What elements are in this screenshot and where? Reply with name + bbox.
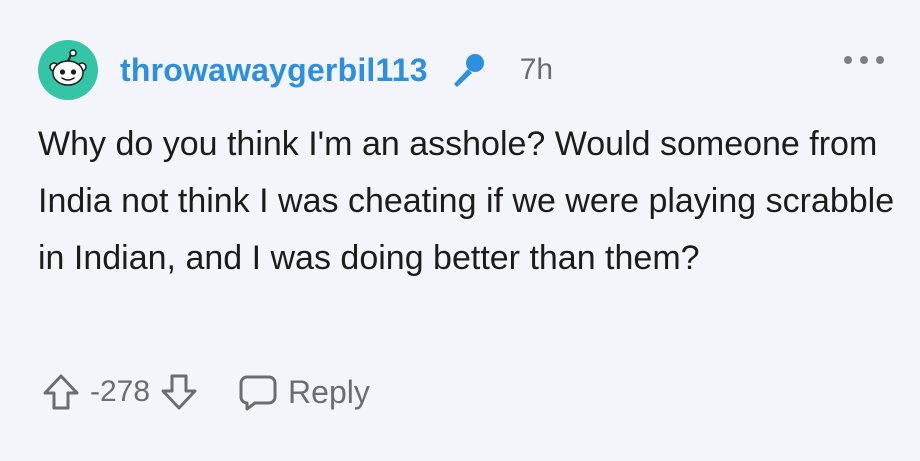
more-options-button[interactable] [844, 50, 884, 70]
more-options-icon [844, 56, 852, 64]
upvote-button[interactable] [38, 369, 84, 415]
snoo-avatar-icon[interactable] [38, 40, 98, 100]
reply-button[interactable]: Reply [238, 372, 370, 412]
upvote-arrow-icon [43, 374, 79, 410]
comment: throwawaygerbil113 7h Why do you think I… [0, 0, 920, 461]
downvote-arrow-icon [161, 374, 197, 410]
vote-score: -278 [90, 375, 151, 408]
downvote-button[interactable] [156, 369, 202, 415]
reply-label: Reply [288, 373, 370, 410]
speech-bubble-icon [239, 375, 277, 411]
more-options-icon [860, 56, 868, 64]
comment-header: throwawaygerbil113 7h [38, 40, 553, 100]
more-options-icon [876, 56, 884, 64]
comment-actions: -278 Reply [38, 362, 370, 422]
comment-body: Why do you think I'm an asshole? Would s… [38, 125, 895, 277]
comment-timestamp: 7h [519, 53, 554, 86]
comment-author[interactable]: throwawaygerbil113 [120, 52, 428, 89]
microphone-icon [446, 48, 490, 92]
